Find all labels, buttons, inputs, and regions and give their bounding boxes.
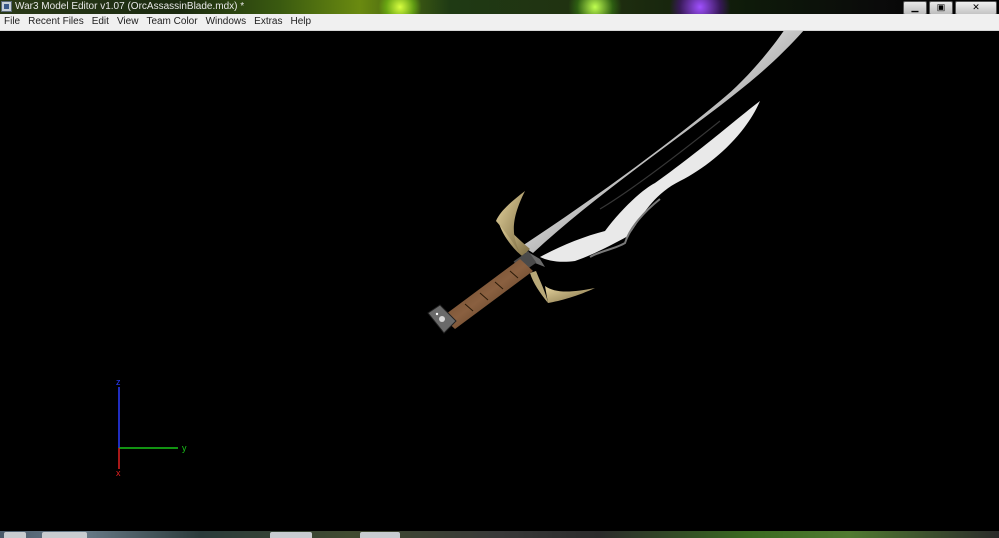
taskbar-app-button[interactable] — [270, 532, 312, 538]
z-axis-label: z — [116, 377, 121, 387]
sword-blade — [522, 31, 804, 267]
desktop-wallpaper-glimpse — [370, 0, 430, 14]
desktop-wallpaper-glimpse — [660, 0, 740, 14]
taskbar-start-orb[interactable] — [4, 532, 26, 538]
menu-file[interactable]: File — [0, 14, 24, 30]
minimize-icon: ▁ — [911, 2, 919, 12]
menu-edit[interactable]: Edit — [88, 14, 113, 30]
menu-view[interactable]: View — [113, 14, 143, 30]
viewport-canvas: z y x — [116, 31, 804, 478]
window-controls: ▁ ▣ ✕ — [903, 0, 997, 14]
desktop-wallpaper-glimpse — [560, 0, 630, 14]
maximize-icon: ▣ — [936, 2, 946, 12]
title-bar: War3 Model Editor v1.07 (OrcAssassinBlad… — [0, 0, 999, 14]
window-title: War3 Model Editor v1.07 (OrcAssassinBlad… — [15, 1, 245, 12]
taskbar-app-button[interactable] — [360, 532, 400, 538]
close-icon: ✕ — [972, 2, 980, 12]
axis-gizmo: z y x — [116, 377, 187, 478]
app-icon[interactable] — [1, 1, 12, 12]
y-axis-label: y — [182, 443, 187, 453]
model-viewport[interactable]: z y x — [0, 31, 999, 531]
sword-handle — [442, 259, 533, 329]
maximize-button[interactable]: ▣ — [929, 1, 953, 14]
menu-recent-files[interactable]: Recent Files — [24, 14, 88, 30]
menu-windows[interactable]: Windows — [202, 14, 251, 30]
menu-extras[interactable]: Extras — [250, 14, 286, 30]
menu-team-color[interactable]: Team Color — [142, 14, 201, 30]
os-taskbar — [0, 531, 999, 538]
close-button[interactable]: ✕ — [955, 1, 997, 14]
menu-help[interactable]: Help — [287, 14, 316, 30]
sword-pommel — [427, 304, 457, 334]
minimize-button[interactable]: ▁ — [903, 1, 927, 14]
menu-bar: File Recent Files Edit View Team Color W… — [0, 14, 999, 31]
taskbar-app-button[interactable] — [42, 532, 87, 538]
x-axis-label: x — [116, 468, 121, 478]
